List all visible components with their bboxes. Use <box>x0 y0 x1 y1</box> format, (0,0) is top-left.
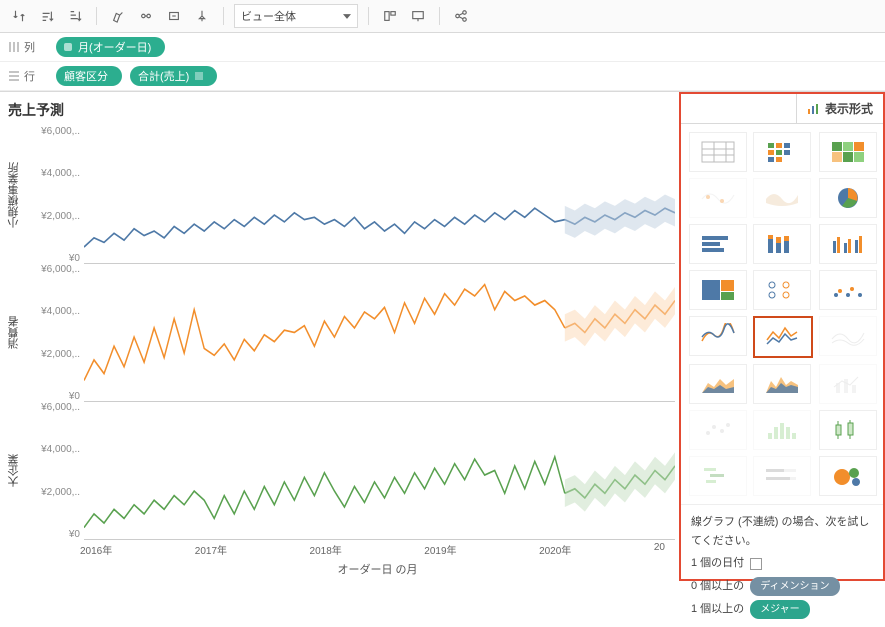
view-fit-dropdown[interactable]: ビュー全体 <box>234 4 358 28</box>
rows-shelf-label: 行 <box>8 68 48 84</box>
x-axis-ticks: 2016年2017年2018年2019年2020年20 <box>6 542 675 557</box>
columns-shelf-label: 列 <box>8 39 48 55</box>
chart-type-dual-line[interactable] <box>819 364 877 404</box>
view-fit-label: ビュー全体 <box>241 8 296 24</box>
line-plot[interactable] <box>84 264 675 402</box>
sort-desc-icon[interactable] <box>64 5 86 27</box>
chart-type-gantt[interactable] <box>689 456 747 496</box>
presentation-icon[interactable] <box>407 5 429 27</box>
chart-type-line-discrete[interactable] <box>753 316 813 358</box>
pill-month-orderdate[interactable]: 月(オーダー日) <box>56 37 165 57</box>
chart-type-pie[interactable] <box>819 178 877 218</box>
date-field-icon <box>750 558 762 570</box>
pill-sum-sales[interactable]: 合計(売上) <box>130 66 217 86</box>
chart-type-box-plot[interactable] <box>819 410 877 450</box>
measure-pill: メジャー <box>750 600 810 619</box>
chart-type-packed-bubbles[interactable] <box>819 456 877 496</box>
chart-type-line-continuous[interactable] <box>689 316 747 356</box>
sheet-title[interactable]: 売上予測 <box>6 98 675 126</box>
y-axis: ¥6,000,..¥4,000,..¥2,000,..¥0 <box>22 126 84 264</box>
line-plot[interactable] <box>84 126 675 264</box>
chevron-down-icon <box>343 14 351 19</box>
date-icon <box>64 43 72 51</box>
sort-asc-icon[interactable] <box>36 5 58 27</box>
show-me-icon <box>807 103 819 115</box>
forecast-indicator-icon <box>195 72 203 80</box>
guidance-title: 線グラフ (不連続) の場合、次を試してください。 <box>691 513 873 550</box>
chart-row: 大企業¥6,000,..¥4,000,..¥2,000,..¥0 <box>6 402 675 540</box>
chart-type-histogram[interactable] <box>753 410 811 450</box>
dimension-pill: ディメンション <box>750 577 839 596</box>
share-icon[interactable] <box>450 5 472 27</box>
chart-row: 小規模事業所¥6,000,..¥4,000,..¥2,000,..¥0 <box>6 126 675 264</box>
row-header: 大企業 <box>6 402 22 540</box>
show-me-panel: 表示形式 線グラフ (不連続) の場合、次を試してください。 1 個の日付 0 … <box>679 92 885 581</box>
chart-type-highlight-table[interactable] <box>819 132 877 172</box>
chart-type-line-dim[interactable] <box>819 316 877 356</box>
show-me-tab[interactable]: 表示形式 <box>681 94 883 124</box>
chart-type-hbar[interactable] <box>689 224 747 264</box>
swap-icon[interactable] <box>8 5 30 27</box>
row-header: 消費者 <box>6 264 22 402</box>
y-axis: ¥6,000,..¥4,000,..¥2,000,..¥0 <box>22 264 84 402</box>
show-me-guidance: 線グラフ (不連続) の場合、次を試してください。 1 個の日付 0 個以上のデ… <box>681 504 883 627</box>
chart-type-side-by-side-circle[interactable] <box>819 270 877 310</box>
shelves: 列 月(オーダー日) 行 顧客区分 合計(売上) <box>0 33 885 92</box>
columns-shelf[interactable]: 列 月(オーダー日) <box>0 33 885 62</box>
chart-type-scatter[interactable] <box>689 410 747 450</box>
chart-type-heatmap[interactable] <box>753 132 811 172</box>
chart-type-circle-views[interactable] <box>753 270 811 310</box>
toolbar: ビュー全体 <box>0 0 885 33</box>
chart-row: 消費者¥6,000,..¥4,000,..¥2,000,..¥0 <box>6 264 675 402</box>
row-header: 小規模事業所 <box>6 126 22 264</box>
highlight-icon[interactable] <box>107 5 129 27</box>
pin-icon[interactable] <box>191 5 213 27</box>
rows-shelf[interactable]: 行 顧客区分 合計(売上) <box>0 62 885 91</box>
x-axis-title: オーダー日 の月 <box>6 557 675 577</box>
group-icon[interactable] <box>135 5 157 27</box>
line-plot[interactable] <box>84 402 675 540</box>
chart-type-side-by-side-bar[interactable] <box>819 224 877 264</box>
chart-type-table[interactable] <box>689 132 747 172</box>
y-axis: ¥6,000,..¥4,000,..¥2,000,..¥0 <box>22 402 84 540</box>
visualization-area: 売上予測 小規模事業所¥6,000,..¥4,000,..¥2,000,..¥0… <box>0 92 679 581</box>
chart-type-bullet[interactable] <box>753 456 811 496</box>
chart-type-area-discrete[interactable] <box>753 364 811 404</box>
chart-type-stacked-bar[interactable] <box>753 224 811 264</box>
show-hide-cards-icon[interactable] <box>379 5 401 27</box>
chart-type-grid <box>681 124 883 504</box>
chart-type-filled-map[interactable] <box>753 178 811 218</box>
chart-type-area-continuous[interactable] <box>689 364 747 404</box>
chart-type-symbol-map[interactable] <box>689 178 747 218</box>
label-icon[interactable] <box>163 5 185 27</box>
pill-customer-segment[interactable]: 顧客区分 <box>56 66 122 86</box>
chart-type-treemap[interactable] <box>689 270 747 310</box>
